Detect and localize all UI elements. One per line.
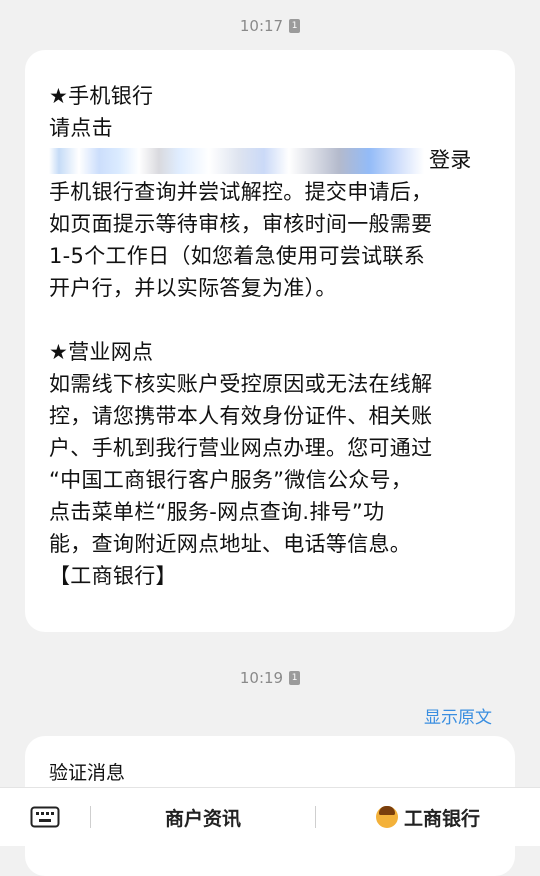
message-line: 【工商银行】 xyxy=(49,564,177,588)
message-line: 如需线下核实账户受控原因或无法在线解 xyxy=(49,372,433,396)
message-line: 登录 xyxy=(429,148,472,172)
menu-label: 商户资讯 xyxy=(164,807,241,830)
message-line: ★手机银行 xyxy=(49,84,154,108)
message-line: 能，查询附近网点地址、电话等信息。 xyxy=(49,532,412,556)
menu-label: 工商银行 xyxy=(403,807,480,830)
timestamp-2: 10:19 1 xyxy=(0,669,540,687)
timestamp-text: 10:19 xyxy=(239,669,284,687)
message-preview: 验证消息 xyxy=(49,762,126,784)
show-original-link[interactable]: 显示原文 xyxy=(424,703,492,728)
link-line: 登录 xyxy=(49,144,493,176)
message-line: 开户行，并以实际答复为准）。 xyxy=(49,276,337,300)
message-line: 手机银行查询并尝试解控。提交申请后， xyxy=(49,180,433,204)
menu-icbc[interactable]: 工商银行 xyxy=(316,804,540,831)
bottom-menu-bar: 商户资讯 工商银行 xyxy=(0,787,540,846)
message-body: ★手机银行 请点击 登录 手机银行查询并尝试解控。提交申请后， 如页面提示等待审… xyxy=(49,80,493,592)
message-line: “中国工商银行客户服务”微信公众号， xyxy=(49,468,413,492)
keyboard-button[interactable] xyxy=(0,806,90,828)
timestamp-text: 10:17 xyxy=(239,17,284,35)
message-line: 如页面提示等待审核，审核时间一般需要 xyxy=(49,212,433,236)
message-line: ★营业网点 xyxy=(49,340,154,364)
message-line: 控，请您携带本人有效身份证件、相关账 xyxy=(49,404,433,428)
message-line: 1-5个工作日（如您着急使用可尝试联系 xyxy=(49,244,425,268)
person-emoji-icon xyxy=(375,806,398,828)
sim-card-1-icon: 1 xyxy=(289,19,301,33)
message-line: 点击菜单栏“服务-网点查询.排号”功 xyxy=(49,500,385,524)
message-line: 户、手机到我行营业网点办理。您可通过 xyxy=(49,436,433,460)
keyboard-icon xyxy=(30,806,60,828)
timestamp-1: 10:17 1 xyxy=(0,17,540,35)
redacted-link[interactable] xyxy=(49,148,429,174)
message-bubble[interactable]: ★手机银行 请点击 登录 手机银行查询并尝试解控。提交申请后， 如页面提示等待审… xyxy=(25,50,515,632)
menu-merchant-info[interactable]: 商户资讯 xyxy=(91,804,315,831)
message-line: 请点击 xyxy=(49,116,113,140)
sim-card-1-icon: 1 xyxy=(289,671,301,685)
